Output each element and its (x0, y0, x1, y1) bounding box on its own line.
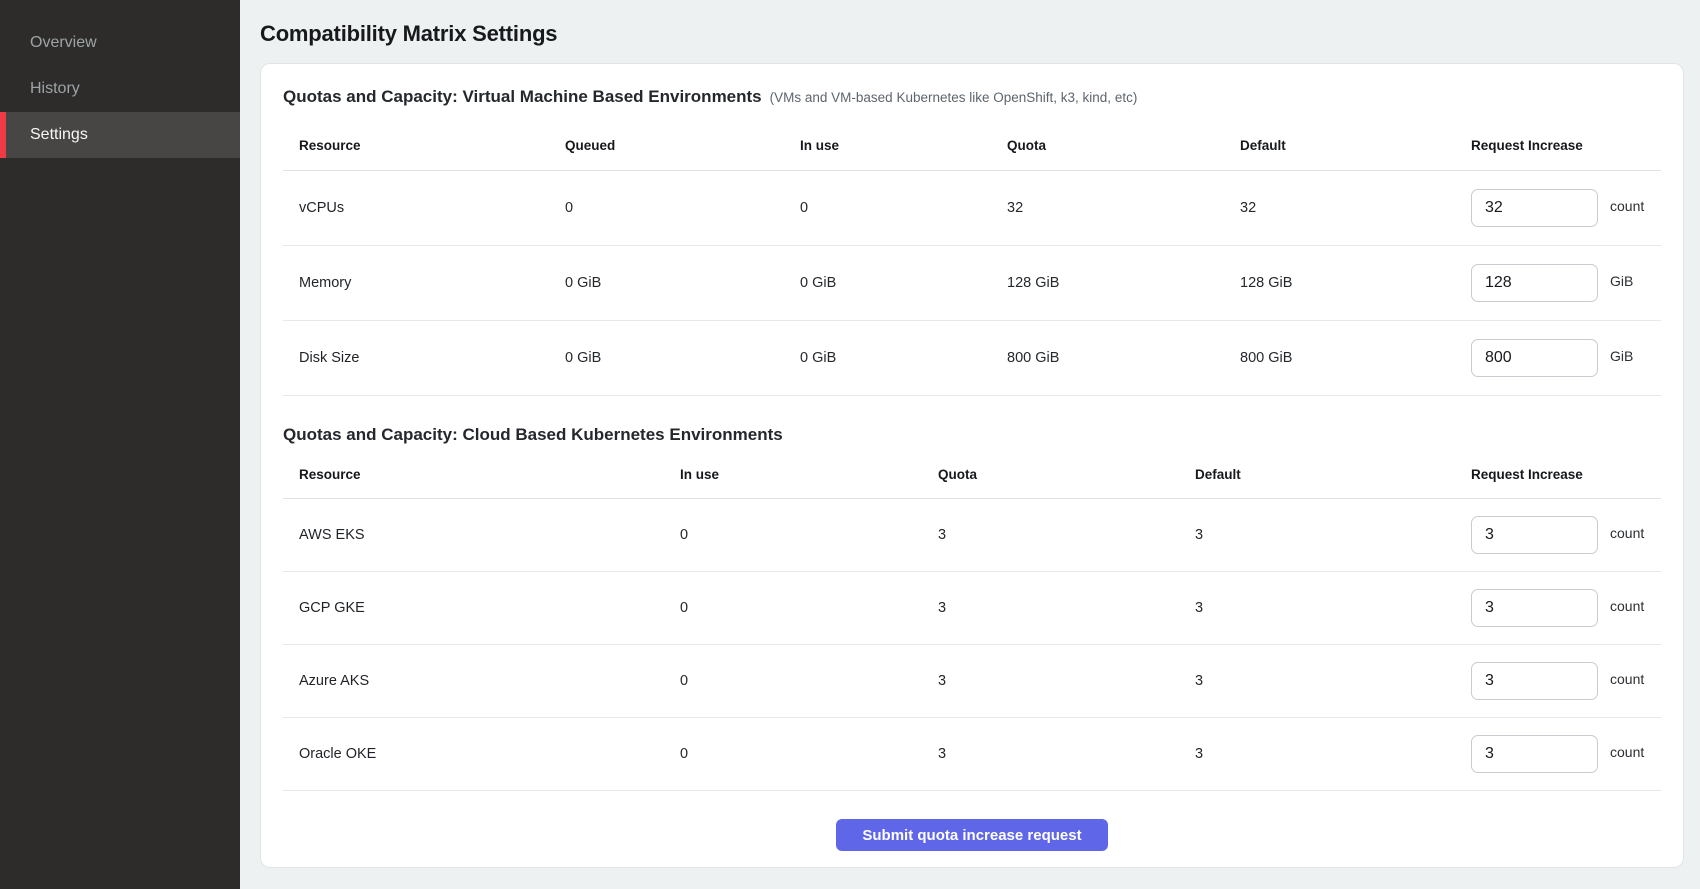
column-header-in-use: In use (800, 138, 1007, 153)
request-increase-cell: count (1471, 662, 1661, 700)
quota-value: 3 (938, 600, 1195, 616)
page-title: Compatibility Matrix Settings (260, 20, 1684, 48)
resource-label: Azure AKS (283, 673, 680, 689)
settings-card: Quotas and Capacity: Virtual Machine Bas… (260, 63, 1684, 868)
unit-label: count (1610, 744, 1644, 760)
quota-value: 3 (938, 527, 1195, 543)
queued-value: 0 GiB (565, 350, 800, 366)
sidebar-item-settings[interactable]: Settings (0, 112, 240, 158)
unit-label: count (1610, 198, 1644, 214)
request-increase-input-memory[interactable] (1471, 264, 1598, 302)
in-use-value: 0 (680, 600, 938, 616)
sidebar-item-history[interactable]: History (0, 66, 240, 112)
table-row-disk-size: Disk Size 0 GiB 0 GiB 800 GiB 800 GiB Gi… (283, 321, 1661, 396)
vm-section-title: Quotas and Capacity: Virtual Machine Bas… (283, 86, 762, 107)
main-content: Compatibility Matrix Settings Quotas and… (240, 0, 1700, 889)
request-increase-cell: GiB (1471, 264, 1661, 302)
quota-value: 800 GiB (1007, 350, 1240, 366)
default-value: 3 (1195, 673, 1471, 689)
cloud-table-header: Resource In use Quota Default Request In… (283, 451, 1661, 499)
in-use-value: 0 (680, 746, 938, 762)
request-increase-input-gcp-gke[interactable] (1471, 589, 1598, 627)
queued-value: 0 GiB (565, 275, 800, 291)
in-use-value: 0 (800, 200, 1007, 216)
resource-label: Memory (283, 275, 565, 291)
default-value: 3 (1195, 527, 1471, 543)
column-header-queued: Queued (565, 138, 800, 153)
resource-label: Oracle OKE (283, 746, 680, 762)
submit-quota-increase-button[interactable]: Submit quota increase request (836, 819, 1107, 851)
in-use-value: 0 (680, 673, 938, 689)
table-row-gcp-gke: GCP GKE 0 3 3 count (283, 572, 1661, 645)
vm-section-subtitle: (VMs and VM-based Kubernetes like OpenSh… (770, 90, 1138, 105)
footer-actions: Submit quota increase request (283, 819, 1661, 851)
request-increase-input-oracle-oke[interactable] (1471, 735, 1598, 773)
table-row-vcpus: vCPUs 0 0 32 32 count (283, 171, 1661, 246)
sidebar: Overview History Settings (0, 0, 240, 889)
default-value: 800 GiB (1240, 350, 1471, 366)
queued-value: 0 (565, 200, 800, 216)
request-increase-cell: count (1471, 735, 1661, 773)
quota-value: 3 (938, 673, 1195, 689)
request-increase-input-azure-aks[interactable] (1471, 662, 1598, 700)
column-header-request-increase: Request Increase (1471, 138, 1661, 153)
column-header-default: Default (1240, 138, 1471, 153)
table-row-aws-eks: AWS EKS 0 3 3 count (283, 499, 1661, 572)
cloud-section-heading: Quotas and Capacity: Cloud Based Kuberne… (283, 424, 1661, 445)
request-increase-input-vcpus[interactable] (1471, 189, 1598, 227)
column-header-quota: Quota (938, 467, 1195, 482)
column-header-request-increase: Request Increase (1471, 467, 1661, 482)
resource-label: Disk Size (283, 350, 565, 366)
quota-value: 3 (938, 746, 1195, 762)
request-increase-input-aws-eks[interactable] (1471, 516, 1598, 554)
in-use-value: 0 GiB (800, 350, 1007, 366)
request-increase-cell: count (1471, 189, 1661, 227)
in-use-value: 0 GiB (800, 275, 1007, 291)
unit-label: GiB (1610, 348, 1633, 364)
default-value: 128 GiB (1240, 275, 1471, 291)
resource-label: GCP GKE (283, 600, 680, 616)
unit-label: count (1610, 525, 1644, 541)
resource-label: vCPUs (283, 200, 565, 216)
request-increase-cell: count (1471, 589, 1661, 627)
table-row-azure-aks: Azure AKS 0 3 3 count (283, 645, 1661, 718)
request-increase-cell: GiB (1471, 339, 1661, 377)
column-header-resource: Resource (283, 467, 680, 482)
unit-label: count (1610, 671, 1644, 687)
vm-section-heading: Quotas and Capacity: Virtual Machine Bas… (283, 86, 1661, 107)
quota-value: 32 (1007, 200, 1240, 216)
unit-label: GiB (1610, 273, 1633, 289)
cloud-section-title: Quotas and Capacity: Cloud Based Kuberne… (283, 424, 783, 445)
column-header-quota: Quota (1007, 138, 1240, 153)
default-value: 3 (1195, 746, 1471, 762)
quota-value: 128 GiB (1007, 275, 1240, 291)
unit-label: count (1610, 598, 1644, 614)
column-header-default: Default (1195, 467, 1471, 482)
in-use-value: 0 (680, 527, 938, 543)
resource-label: AWS EKS (283, 527, 680, 543)
request-increase-cell: count (1471, 516, 1661, 554)
column-header-in-use: In use (680, 467, 938, 482)
vm-table-header: Resource Queued In use Quota Default Req… (283, 121, 1661, 171)
default-value: 3 (1195, 600, 1471, 616)
column-header-resource: Resource (283, 138, 565, 153)
table-row-memory: Memory 0 GiB 0 GiB 128 GiB 128 GiB GiB (283, 246, 1661, 321)
request-increase-input-disk-size[interactable] (1471, 339, 1598, 377)
sidebar-item-overview[interactable]: Overview (0, 20, 240, 66)
default-value: 32 (1240, 200, 1471, 216)
table-row-oracle-oke: Oracle OKE 0 3 3 count (283, 718, 1661, 791)
